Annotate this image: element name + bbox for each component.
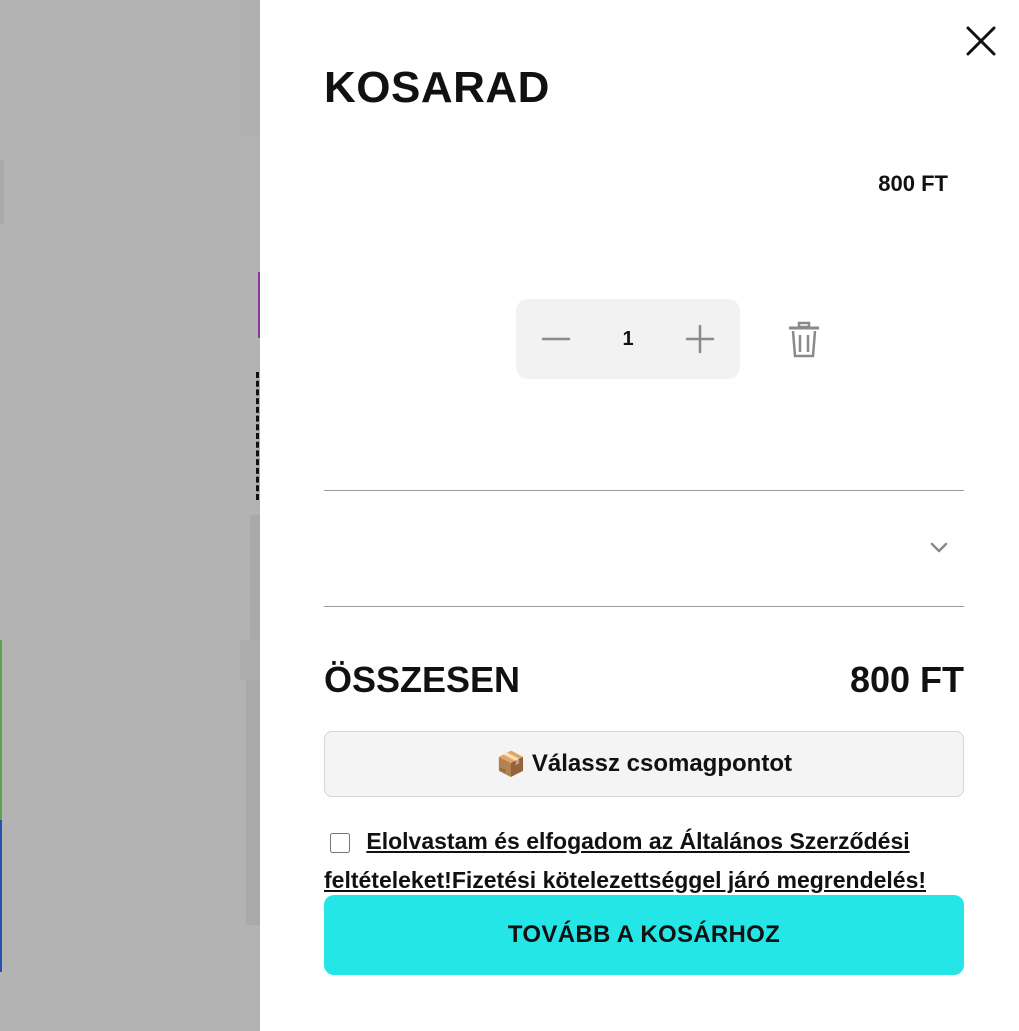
terms-checkbox[interactable] <box>330 833 350 853</box>
total-label: ÖSSZESEN <box>324 659 521 700</box>
quantity-value[interactable]: 1 <box>622 328 633 351</box>
item-price: 800 FT <box>878 171 948 196</box>
overlay-shape <box>246 680 260 925</box>
page-overlay[interactable] <box>0 0 260 1031</box>
overlay-shape <box>0 640 2 820</box>
pickup-button-label: Válassz csomagpontot <box>531 750 792 777</box>
overlay-shape <box>0 820 2 972</box>
overlay-shape <box>0 160 4 224</box>
minus-icon <box>541 337 571 341</box>
cart-title: KOSARAD <box>324 63 550 112</box>
close-icon <box>966 26 996 56</box>
overlay-shape <box>240 0 260 135</box>
overlay-shape <box>240 640 260 680</box>
chevron-down-icon <box>930 542 948 553</box>
terms-link[interactable]: Elolvastam és elfogadom az Általános Sze… <box>324 828 926 893</box>
select-pickup-point-button[interactable]: 📦 Válassz csomagpontot <box>324 731 964 797</box>
total-value: 800 FT <box>849 659 964 700</box>
remove-item-button[interactable] <box>786 321 822 359</box>
package-icon: 📦 <box>496 750 526 778</box>
quantity-stepper: 1 <box>516 299 740 379</box>
plus-icon <box>685 324 715 354</box>
increase-quantity-button[interactable] <box>680 319 720 359</box>
close-button[interactable] <box>962 22 1000 60</box>
trash-icon <box>789 321 819 358</box>
expand-toggle[interactable] <box>926 536 952 560</box>
divider <box>324 490 964 491</box>
checkout-button[interactable]: TOVÁBB A KOSÁRHOZ <box>324 895 964 975</box>
decrease-quantity-button[interactable] <box>536 319 576 359</box>
terms-consent: Elolvastam és elfogadom az Általános Sze… <box>324 822 964 900</box>
divider <box>324 606 964 607</box>
overlay-shape <box>250 515 260 640</box>
